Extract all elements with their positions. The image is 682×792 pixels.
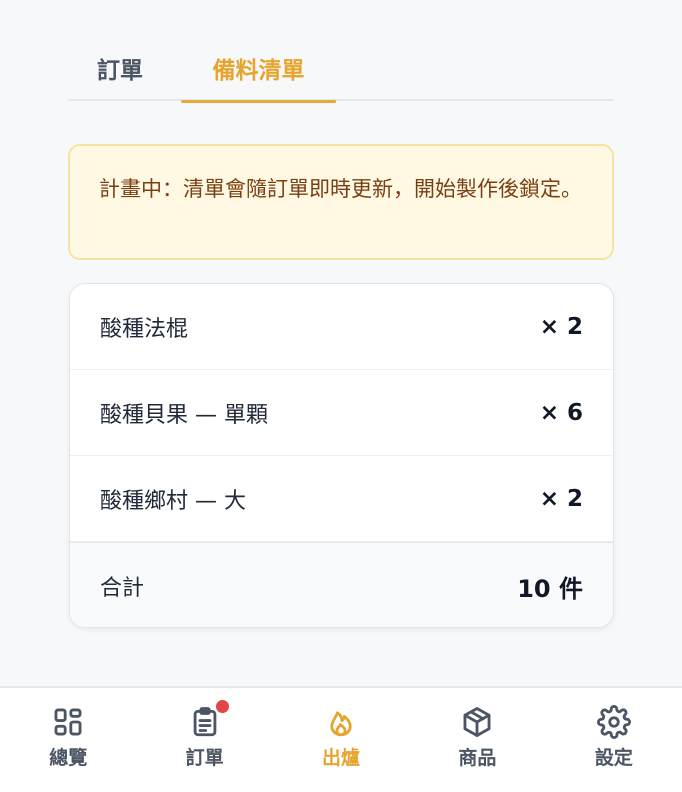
tab-orders[interactable]: 訂單 [68, 40, 181, 101]
total-row: 合計 10 件 [70, 542, 613, 627]
box-icon [463, 707, 491, 737]
planning-notice: 計畫中：清單會隨訂單即時更新，開始製作後鎖定。 [68, 144, 614, 260]
notification-badge [215, 700, 229, 713]
item-name: 酸種法棍 [100, 316, 189, 342]
nav-orders[interactable]: 訂單 [136, 688, 272, 792]
nav-label: 出爐 [322, 747, 361, 769]
item-quantity: × 2 [539, 485, 583, 512]
nav-products[interactable]: 商品 [409, 688, 545, 792]
total-value: 10 件 [517, 574, 583, 603]
screen: 訂單 備料清單 計畫中：清單會隨訂單即時更新，開始製作後鎖定。 酸種法棍 × 2… [0, 0, 682, 792]
list-item: 酸種鄉村 — 大 × 2 [70, 456, 613, 542]
tab-prep-list[interactable]: 備料清單 [181, 40, 336, 103]
item-name: 酸種鄉村 — 大 [100, 488, 246, 514]
bottom-nav: 總覽 訂單 出爐 商品 設定 [0, 686, 682, 792]
prep-list-card: 酸種法棍 × 2 酸種貝果 — 單顆 × 6 酸種鄉村 — 大 × 2 合計 1… [69, 283, 614, 628]
grid-icon [54, 708, 82, 736]
list-item: 酸種貝果 — 單顆 × 6 [70, 370, 613, 456]
nav-settings[interactable]: 設定 [546, 688, 682, 792]
nav-label: 總覽 [49, 747, 88, 769]
flame-icon [330, 711, 352, 737]
nav-baking[interactable]: 出爐 [273, 688, 409, 792]
list-item: 酸種法棍 × 2 [70, 284, 613, 370]
nav-label: 訂單 [185, 747, 224, 769]
item-name: 酸種貝果 — 單顆 [100, 402, 268, 428]
nav-label: 設定 [594, 747, 633, 769]
item-quantity: × 6 [539, 399, 583, 426]
notice-text: 計畫中：清單會隨訂單即時更新，開始製作後鎖定。 [99, 177, 582, 201]
gear-icon [596, 705, 631, 739]
item-quantity: × 2 [539, 313, 583, 340]
nav-label: 商品 [458, 747, 497, 769]
tab-bar: 訂單 備料清單 [68, 40, 614, 103]
total-label: 合計 [100, 576, 145, 601]
nav-overview[interactable]: 總覽 [0, 688, 136, 792]
